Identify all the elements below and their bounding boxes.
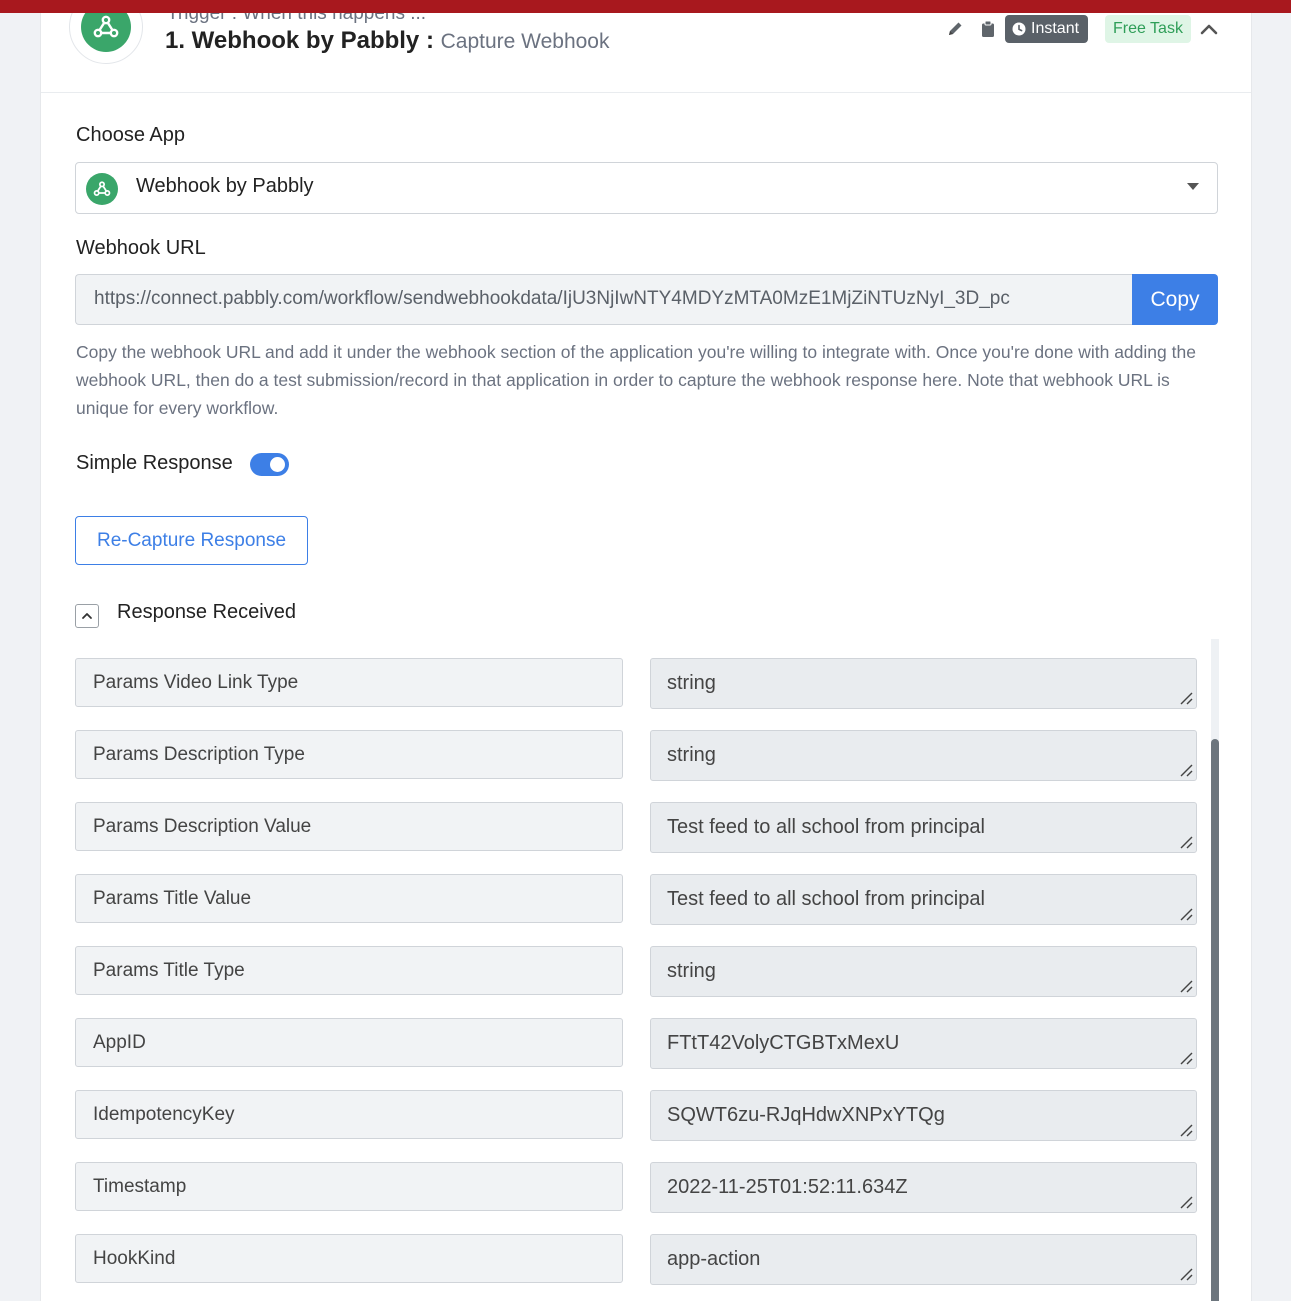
response-field-value[interactable]: string [650,730,1197,781]
response-row: HookKind app-action [75,1234,1197,1285]
response-field-key[interactable]: Params Title Type [75,946,623,995]
instant-label: Instant [1031,20,1080,37]
response-row: Params Video Link Type string [75,658,1197,709]
copy-button[interactable]: Copy [1132,274,1218,325]
step-app-name: 1. Webhook by Pabbly [165,27,420,54]
title-separator: : [419,27,441,54]
response-field-value[interactable]: SQWT6zu-RJqHdwXNPxYTQg [650,1090,1197,1141]
app-logo-ring [69,13,143,64]
response-value-text: string [667,744,716,766]
app-select[interactable]: Webhook by Pabbly [75,162,1218,214]
webhook-icon [81,13,131,52]
webhook-url-field[interactable]: https://connect.pabbly.com/workflow/send… [75,274,1132,325]
clock-icon [1012,22,1026,36]
choose-app-label: Choose App [76,124,185,146]
response-value-text: 2022-11-25T01:52:11.634Z [667,1176,908,1198]
resize-handle-icon[interactable] [1178,978,1194,994]
resize-handle-icon[interactable] [1178,1122,1194,1138]
response-collapse-button[interactable] [75,604,99,628]
webhook-url-group: https://connect.pabbly.com/workflow/send… [75,274,1218,325]
resize-handle-icon[interactable] [1178,690,1194,706]
response-field-value[interactable]: Test feed to all school from principal [650,874,1197,925]
response-row: AppID FTtT42VolyCTGBTxMexU [75,1018,1197,1069]
simple-response-toggle[interactable] [250,453,289,476]
response-field-value[interactable]: FTtT42VolyCTGBTxMexU [650,1018,1197,1069]
webhook-help-text: Copy the webhook URL and add it under th… [76,342,1196,418]
resize-handle-icon[interactable] [1178,762,1194,778]
simple-response-label: Simple Response [76,452,233,474]
top-strip [0,0,1291,13]
response-row: Params Description Type string [75,730,1197,781]
recapture-response-button[interactable]: Re-Capture Response [75,516,308,565]
response-field-value[interactable]: app-action [650,1234,1197,1285]
clipboard-icon[interactable] [979,20,997,38]
response-field-value[interactable]: string [650,946,1197,997]
response-value-text: app-action [667,1248,761,1270]
chevron-up-icon [82,613,92,619]
response-field-key[interactable]: HookKind [75,1234,623,1283]
resize-handle-icon[interactable] [1178,1266,1194,1282]
response-value-text: SQWT6zu-RJqHdwXNPxYTQg [667,1104,945,1126]
instant-badge: Instant [1005,15,1089,43]
response-field-key[interactable]: AppID [75,1018,623,1067]
response-row: Timestamp 2022-11-25T01:52:11.634Z [75,1162,1197,1213]
resize-handle-icon[interactable] [1178,1050,1194,1066]
response-field-value[interactable]: string [650,658,1197,709]
response-field-value[interactable]: Test feed to all school from principal [650,802,1197,853]
response-value-text: Test feed to all school from principal [667,816,985,838]
step-card: Trigger : When this happens ... 1. Webho… [40,13,1252,1301]
trigger-subtitle: Trigger : When this happens ... [167,13,427,24]
scrollbar[interactable] [1211,639,1219,1301]
response-row: Params Title Type string [75,946,1197,997]
response-field-key[interactable]: Params Title Value [75,874,623,923]
response-row: IdempotencyKey SQWT6zu-RJqHdwXNPxYTQg [75,1090,1197,1141]
response-value-text: string [667,672,716,694]
response-received-label: Response Received [117,601,296,623]
step-title: 1. Webhook by Pabbly : Capture Webhook [165,27,610,55]
response-field-key[interactable]: Timestamp [75,1162,623,1211]
response-list[interactable]: Params Video Link Type string Params Descr… [75,639,1219,1301]
free-task-badge: Free Task [1105,15,1191,43]
response-value-text: FTtT42VolyCTGBTxMexU [667,1032,900,1054]
webhook-url-label: Webhook URL [76,237,206,259]
response-field-key[interactable]: IdempotencyKey [75,1090,623,1139]
response-value-text: Test feed to all school from principal [667,888,985,910]
chevron-down-icon [1187,183,1199,190]
selected-app-name: Webhook by Pabbly [136,175,314,197]
chevron-up-icon[interactable] [1199,21,1219,37]
scrollbar-thumb[interactable] [1211,739,1219,1301]
response-value-text: string [667,960,716,982]
resize-handle-icon[interactable] [1178,834,1194,850]
toggle-knob [270,457,285,472]
response-row: Params Description Value Test feed to all… [75,802,1197,853]
step-header[interactable]: Trigger : When this happens ... 1. Webho… [41,13,1251,93]
response-row: Params Title Value Test feed to all schoo… [75,874,1197,925]
pencil-icon[interactable] [946,20,964,38]
resize-handle-icon[interactable] [1178,906,1194,922]
webhook-icon [86,173,118,205]
response-field-key[interactable]: Params Video Link Type [75,658,623,707]
response-field-key[interactable]: Params Description Type [75,730,623,779]
response-field-value[interactable]: 2022-11-25T01:52:11.634Z [650,1162,1197,1213]
resize-handle-icon[interactable] [1178,1194,1194,1210]
step-event-name: Capture Webhook [440,30,610,53]
response-field-key[interactable]: Params Description Value [75,802,623,851]
